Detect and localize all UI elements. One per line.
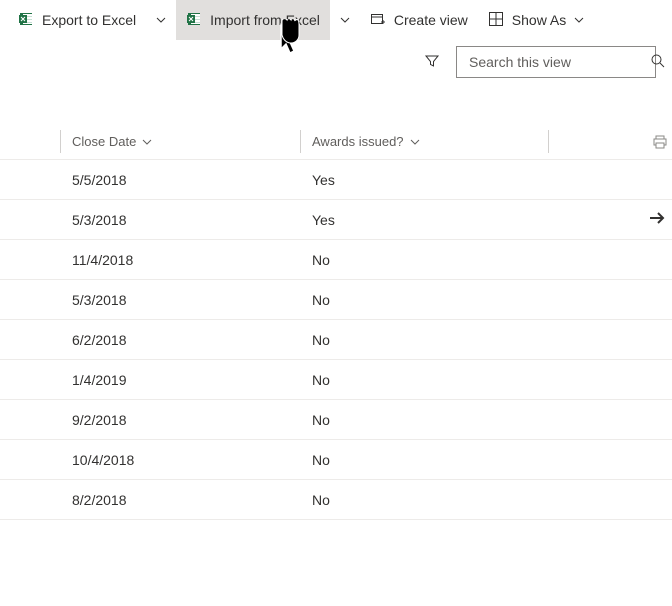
table-row[interactable]: 6/2/2018 No bbox=[0, 320, 672, 360]
chevron-down-icon bbox=[156, 12, 166, 28]
create-view-button[interactable]: Create view bbox=[360, 0, 478, 40]
create-view-icon bbox=[370, 11, 386, 30]
print-icon[interactable] bbox=[652, 134, 668, 153]
cell-close-date: 11/4/2018 bbox=[72, 252, 133, 268]
cell-awards: No bbox=[312, 332, 330, 348]
cell-awards: No bbox=[312, 452, 330, 468]
table-row[interactable]: 11/4/2018 No bbox=[0, 240, 672, 280]
import-label: Import from Excel bbox=[210, 12, 320, 28]
column-header-close-date[interactable]: Close Date bbox=[72, 134, 152, 149]
funnel-icon bbox=[424, 53, 440, 72]
chevron-down-icon bbox=[574, 12, 584, 28]
grid-header: Close Date Awards issued? bbox=[0, 124, 672, 160]
search-icon bbox=[650, 53, 666, 72]
cell-close-date: 5/3/2018 bbox=[72, 292, 127, 308]
cell-close-date: 1/4/2019 bbox=[72, 372, 127, 388]
table-row[interactable]: 1/4/2019 No bbox=[0, 360, 672, 400]
open-record-arrow[interactable] bbox=[648, 209, 666, 230]
cell-awards: No bbox=[312, 412, 330, 428]
export-dropdown-caret[interactable] bbox=[146, 0, 176, 40]
cell-close-date: 5/5/2018 bbox=[72, 172, 127, 188]
import-dropdown-caret[interactable] bbox=[330, 0, 360, 40]
cell-awards: No bbox=[312, 252, 330, 268]
close-date-header-label: Close Date bbox=[72, 134, 136, 149]
cell-awards: No bbox=[312, 492, 330, 508]
column-header-awards[interactable]: Awards issued? bbox=[312, 134, 420, 149]
cell-awards: Yes bbox=[312, 212, 335, 228]
filter-button[interactable] bbox=[416, 46, 448, 78]
chevron-down-icon bbox=[340, 12, 350, 28]
table-row[interactable]: 8/2/2018 No bbox=[0, 480, 672, 520]
cell-close-date: 5/3/2018 bbox=[72, 212, 127, 228]
show-as-icon bbox=[488, 11, 504, 30]
show-as-button[interactable]: Show As bbox=[478, 0, 594, 40]
cell-awards: No bbox=[312, 292, 330, 308]
awards-header-label: Awards issued? bbox=[312, 134, 404, 149]
cell-close-date: 6/2/2018 bbox=[72, 332, 127, 348]
cell-close-date: 8/2/2018 bbox=[72, 492, 127, 508]
chevron-down-icon bbox=[142, 137, 152, 147]
cell-awards: No bbox=[312, 372, 330, 388]
data-grid: Close Date Awards issued? 5/5/2018Yes5/3… bbox=[0, 124, 672, 520]
table-row[interactable]: 9/2/2018 No bbox=[0, 400, 672, 440]
chevron-down-icon bbox=[410, 137, 420, 147]
cell-close-date: 9/2/2018 bbox=[72, 412, 127, 428]
export-label: Export to Excel bbox=[42, 12, 136, 28]
export-to-excel-button[interactable]: Export to Excel bbox=[8, 0, 146, 40]
import-from-excel-button[interactable]: Import from Excel bbox=[176, 0, 330, 40]
search-input[interactable] bbox=[469, 54, 650, 70]
toolbar: Export to Excel Import from Excel bbox=[0, 0, 672, 40]
table-row[interactable]: 5/3/2018 No bbox=[0, 280, 672, 320]
excel-icon bbox=[18, 11, 34, 30]
create-view-label: Create view bbox=[394, 12, 468, 28]
arrow-right-icon bbox=[648, 214, 666, 230]
cell-close-date: 10/4/2018 bbox=[72, 452, 134, 468]
show-as-label: Show As bbox=[512, 12, 566, 28]
table-row[interactable]: 10/4/2018 No bbox=[0, 440, 672, 480]
table-row[interactable]: 5/3/2018 Yes bbox=[0, 200, 672, 240]
table-row[interactable]: 5/5/2018 Yes bbox=[0, 160, 672, 200]
search-box[interactable] bbox=[456, 46, 656, 78]
cell-awards: Yes bbox=[312, 172, 335, 188]
excel-icon bbox=[186, 11, 202, 30]
filter-row bbox=[0, 40, 672, 84]
